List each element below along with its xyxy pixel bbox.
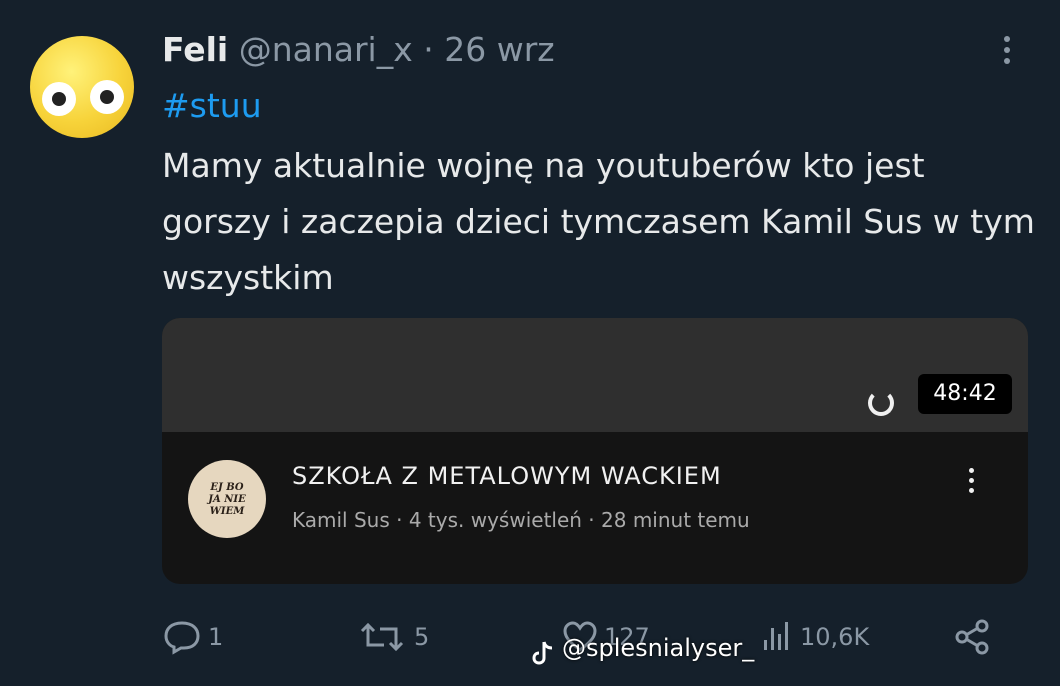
- channel-avatar-text-1: EJ BO: [210, 482, 244, 493]
- avatar-eye-right: [90, 80, 124, 114]
- avatar-eye-left: [42, 82, 76, 116]
- tweet-date[interactable]: 26 wrz: [444, 30, 554, 69]
- reply-count: 1: [208, 623, 224, 651]
- channel-avatar-text-3: WIEM: [209, 506, 245, 517]
- video-meta: Kamil Sus · 4 tys. wyświetleń · 28 minut…: [292, 508, 750, 532]
- header-separator: ·: [423, 30, 434, 69]
- author-name[interactable]: Feli: [162, 30, 228, 69]
- repost-button[interactable]: 5: [356, 612, 429, 662]
- more-vertical-icon[interactable]: [992, 30, 1022, 70]
- video-more-icon[interactable]: [962, 464, 982, 498]
- loading-spinner-icon: [868, 390, 894, 416]
- tiktok-icon: [532, 641, 553, 665]
- share-icon: [955, 619, 989, 655]
- video-card[interactable]: 48:42 EJ BO JA NIE WIEM SZKOŁA Z METALOW…: [162, 318, 1028, 584]
- action-bar: 1 5 127 10,6K: [0, 612, 1060, 662]
- author-handle[interactable]: @nanari_x: [239, 30, 413, 69]
- reply-button[interactable]: 1: [162, 612, 223, 662]
- watermark-text: @splesnialyser_: [562, 634, 755, 662]
- views-count: 10,6K: [800, 623, 870, 651]
- video-duration: 48:42: [918, 374, 1012, 414]
- hashtag-link[interactable]: #stuu: [162, 86, 262, 125]
- views-button[interactable]: 10,6K: [758, 612, 869, 662]
- channel-avatar-text-2: JA NIE: [208, 494, 246, 505]
- video-preview[interactable]: 48:42: [162, 318, 1028, 432]
- views-icon: [764, 622, 788, 650]
- avatar[interactable]: [30, 36, 134, 138]
- tweet-header: Feli @nanari_x · 26 wrz: [162, 30, 555, 69]
- share-button[interactable]: [952, 612, 994, 662]
- repost-count: 5: [414, 623, 430, 651]
- reply-icon: [164, 621, 200, 655]
- video-title[interactable]: SZKOŁA Z METALOWYM WACKIEM: [292, 462, 722, 490]
- repost-icon: [360, 622, 404, 652]
- tweet-text: Mamy aktualnie wojnę na youtuberów kto j…: [162, 146, 1035, 297]
- channel-avatar[interactable]: EJ BO JA NIE WIEM: [188, 460, 266, 538]
